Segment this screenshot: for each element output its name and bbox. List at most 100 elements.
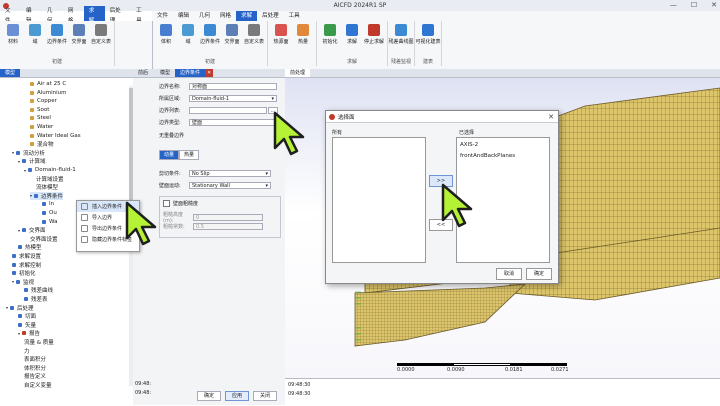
menu-tab[interactable]: 后处理: [257, 11, 284, 21]
tree-item[interactable]: Wa: [42, 218, 57, 226]
tree-item[interactable]: Soot: [30, 106, 49, 114]
boundary-list-input[interactable]: [189, 107, 267, 114]
chevron-down-icon[interactable]: ▾: [12, 279, 14, 284]
tree-node-icon: [24, 288, 28, 293]
tree-item-label: 矢量: [25, 322, 37, 329]
tree-item[interactable]: 热模型: [18, 243, 42, 251]
tree-item[interactable]: 计算域设置: [36, 175, 64, 183]
ribbon-button-label: 自定义表: [244, 39, 265, 45]
tree-item[interactable]: 体积积分: [24, 364, 46, 372]
ribbon-right: 体积域边界条件 交界面 自定义表 初建 热源面 热量 初始化 求解 停止求解 求解 残差曲线图 残差监…: [152, 21, 720, 70]
tree-node-icon: [30, 125, 34, 129]
chevron-down-icon[interactable]: ▾: [18, 331, 20, 336]
tree-item-label: 自定义变量: [24, 383, 52, 389]
tree-item[interactable]: 交界面设置: [30, 235, 58, 243]
tab-momentum[interactable]: 动量: [159, 150, 180, 160]
tree-item[interactable]: 自定义变量: [24, 381, 52, 389]
chevron-down-icon[interactable]: ▾: [6, 305, 8, 310]
shear-select[interactable]: No Slip ▾: [189, 170, 271, 177]
tree-item[interactable]: 表面积分: [24, 355, 46, 363]
tree-item[interactable]: 力: [24, 347, 30, 355]
tree-item[interactable]: 求解设置: [12, 252, 41, 260]
tree-item[interactable]: 求解控制: [12, 261, 41, 269]
roughness-checkbox-row[interactable]: 壁面粗糙度: [163, 200, 198, 207]
tree-item[interactable]: Aluminium: [30, 89, 67, 97]
tree-item[interactable]: ▾ 报告: [18, 329, 40, 338]
tree-item[interactable]: Ou: [42, 209, 57, 217]
tree-item[interactable]: 残差曲线: [24, 286, 53, 294]
minimize-icon[interactable]: —: [670, 1, 677, 9]
maximize-icon[interactable]: ☐: [691, 1, 697, 9]
tab-close-icon[interactable]: ✕: [205, 69, 214, 77]
tree-item[interactable]: 报告定义: [24, 372, 46, 380]
tree-item[interactable]: 初始化: [12, 269, 36, 277]
tree-item-label: 初始化: [19, 271, 36, 278]
close-icon[interactable]: ✕: [711, 1, 717, 9]
ok-button[interactable]: 确定: [197, 391, 221, 401]
tree-item[interactable]: Steel: [30, 114, 51, 122]
tree-item[interactable]: 切面: [18, 312, 36, 320]
menu-tab[interactable]: 编辑: [173, 11, 194, 21]
tree-item[interactable]: Water: [30, 123, 53, 131]
tab-boundary-condition[interactable]: 边界条件: [175, 69, 206, 77]
tree-item[interactable]: 流体模型: [36, 183, 58, 191]
menu-tab[interactable]: 文件: [152, 11, 173, 21]
tree-item[interactable]: Water Ideal Gas: [30, 132, 81, 140]
menu-tab[interactable]: 求解: [236, 11, 258, 21]
selected-item-1[interactable]: AXIS-2: [460, 142, 478, 148]
tree-item[interactable]: 流量 & 质量: [24, 338, 54, 346]
menu-tab[interactable]: 网格: [215, 11, 236, 21]
rough-height-input[interactable]: 0: [193, 214, 263, 221]
dialog-ok-button[interactable]: 确定: [526, 268, 552, 280]
chevron-down-icon[interactable]: ▾: [18, 228, 20, 233]
tab-model[interactable]: 模型: [0, 69, 21, 77]
name-input[interactable]: 对称面: [189, 83, 277, 90]
domain-icon: [29, 24, 41, 36]
tree-item[interactable]: ▾ 监视: [12, 278, 34, 286]
tree-item[interactable]: ▾ 边界条件: [30, 191, 64, 200]
tab-heat[interactable]: 热量: [179, 150, 200, 160]
dialog-close-icon[interactable]: ✕: [548, 113, 554, 121]
region-select[interactable]: Domain-fluid-1 ▾: [189, 95, 277, 102]
tree-item[interactable]: ▾ 计算域: [18, 157, 46, 166]
chevron-down-icon[interactable]: ▾: [30, 193, 32, 198]
tree-item[interactable]: ▾ Domain-fluid-1: [24, 166, 76, 174]
tree-item[interactable]: 矢量: [18, 321, 36, 329]
tab-narrow[interactable]: 前后: [133, 69, 153, 77]
menu-tab[interactable]: 几何: [194, 11, 215, 21]
chevron-down-icon[interactable]: ▾: [24, 168, 26, 173]
chevron-down-icon[interactable]: ▾: [12, 150, 14, 155]
tree-item-label: 监视: [23, 279, 35, 286]
tree-item[interactable]: ▾ 流动分析: [12, 149, 45, 157]
roughness-checkbox[interactable]: [163, 200, 170, 207]
ribbon-button[interactable]: 热源面: [271, 24, 291, 66]
tree-item[interactable]: Air at 25 C: [30, 80, 66, 88]
close-button[interactable]: 关闭: [253, 391, 277, 401]
tree-item[interactable]: ▾ 后处理: [6, 304, 34, 312]
tree-item[interactable]: ▾ 交界面: [18, 226, 46, 235]
motion-select[interactable]: Stationary Wall ▾: [189, 182, 271, 189]
ribbon-button-label: 交界面: [224, 39, 240, 45]
tree-item[interactable]: 混合物: [30, 140, 54, 148]
context-menu-item-label: 导出边界条件: [92, 226, 123, 232]
tree-item-label: 热模型: [25, 245, 42, 252]
rough-const-input[interactable]: 0.5: [193, 223, 263, 230]
apply-button[interactable]: 应用: [225, 391, 249, 401]
dialog-cancel-button[interactable]: 取消: [496, 268, 522, 280]
shear-label: 剪切条件:: [159, 171, 181, 177]
tree-item[interactable]: In: [42, 200, 54, 208]
selected-item-2[interactable]: frontAndBackPlanes: [460, 153, 515, 159]
menu-tab[interactable]: 工具: [284, 11, 305, 21]
tab-model-props[interactable]: 模型: [155, 69, 175, 77]
menu-item-icon: [81, 214, 88, 221]
tab-preprocess[interactable]: 前处理: [285, 69, 311, 77]
type-select[interactable]: 壁面: [189, 119, 277, 126]
tree-item[interactable]: 残差表: [24, 295, 48, 303]
ribbon-button-label: 域: [185, 39, 191, 45]
all-faces-list[interactable]: [332, 137, 426, 263]
ribbon-button[interactable]: 热量: [293, 24, 313, 66]
chevron-down-icon[interactable]: ▾: [18, 159, 20, 164]
ribbon-button-label: 求解: [346, 39, 357, 45]
tree-item[interactable]: Copper: [30, 97, 57, 105]
tree-node-icon: [10, 305, 15, 310]
